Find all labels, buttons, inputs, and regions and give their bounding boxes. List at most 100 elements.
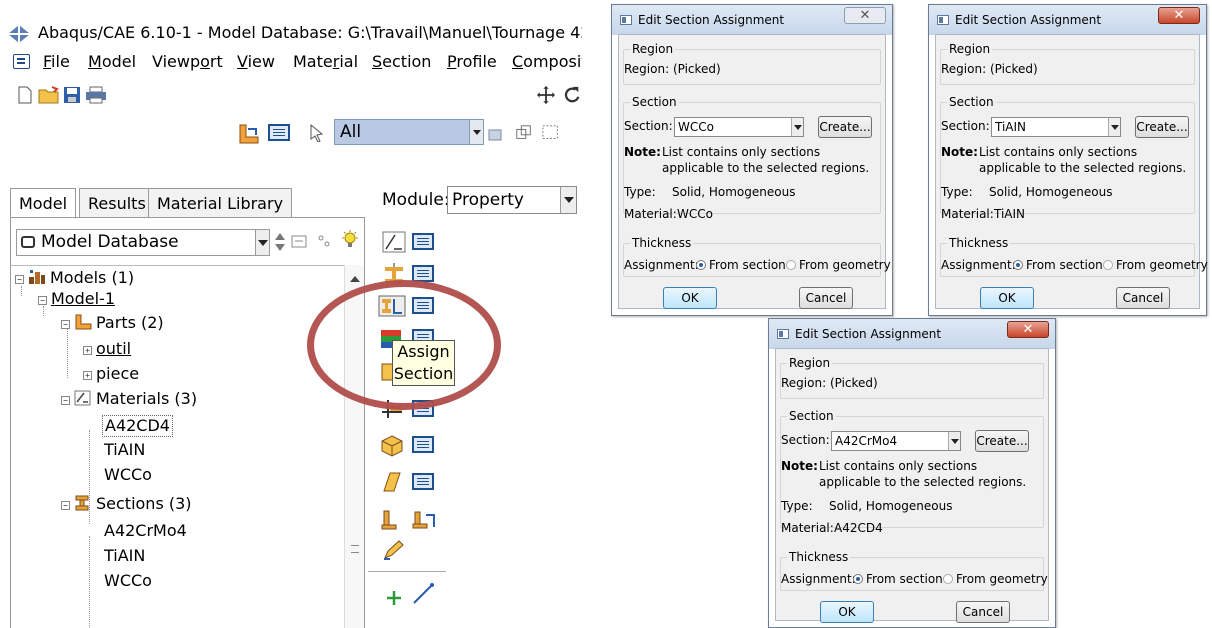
tree-node-section-wcco[interactable]: WCCo <box>104 571 152 591</box>
radio-unselected-icon[interactable] <box>943 574 953 584</box>
tree-node-part-outil[interactable]: + outil <box>83 339 131 359</box>
add-icon[interactable] <box>382 587 406 609</box>
radio-selected-icon[interactable] <box>853 574 863 584</box>
section-select[interactable]: TiAIN <box>991 117 1121 137</box>
tree-node-section-a42crmo4[interactable]: A42CrMo4 <box>104 521 187 541</box>
close-button[interactable]: ✕ <box>1007 321 1049 338</box>
chevron-down-icon[interactable] <box>791 118 803 136</box>
box-select-icon[interactable] <box>540 124 562 142</box>
from-geometry-radio[interactable]: From geometry <box>786 258 891 272</box>
tree-node-section-tiain[interactable]: TiAIN <box>104 546 145 566</box>
create-section-button[interactable]: Create... <box>975 430 1029 452</box>
chevron-down-icon[interactable] <box>255 230 269 255</box>
chevron-down-icon[interactable] <box>948 432 960 450</box>
selection-filter-select[interactable]: All <box>334 119 484 145</box>
print-icon[interactable] <box>85 86 107 104</box>
material-manager-icon[interactable] <box>412 233 434 250</box>
cancel-button[interactable]: Cancel <box>956 601 1010 623</box>
filter-option-icon[interactable] <box>487 126 503 144</box>
create-inertia-icon[interactable] <box>380 509 404 531</box>
tab-material-library[interactable]: Material Library <box>148 188 293 218</box>
select-arrow-icon[interactable] <box>308 124 326 142</box>
tree-node-material-tiain[interactable]: TiAIN <box>104 440 145 460</box>
new-file-icon[interactable] <box>16 86 34 104</box>
from-section-radio[interactable]: From section <box>853 572 943 586</box>
cancel-button[interactable]: Cancel <box>1116 287 1170 309</box>
tree-node-models[interactable]: − Models (1) <box>15 268 134 288</box>
edit-pencil-icon[interactable] <box>382 539 406 561</box>
section-select[interactable]: WCCo <box>674 117 804 137</box>
tree-node-model-1[interactable]: − Model-1 <box>38 289 115 309</box>
create-composite-icon[interactable] <box>380 435 404 457</box>
tree-node-materials[interactable]: − Materials (3) <box>61 389 197 409</box>
from-section-radio[interactable]: From section <box>696 258 786 272</box>
menu-bar: File Model Viewport View Material Sectio… <box>0 48 582 78</box>
collapse-icon[interactable]: − <box>38 296 47 305</box>
radio-unselected-icon[interactable] <box>786 260 796 270</box>
ok-button[interactable]: OK <box>980 287 1034 309</box>
from-section-radio[interactable]: From section <box>1013 258 1103 272</box>
sort-updown-icon[interactable] <box>274 232 286 252</box>
tree-node-parts[interactable]: − Parts (2) <box>61 313 164 333</box>
scroll-grip[interactable] <box>351 545 359 553</box>
menu-model[interactable]: Model <box>88 52 136 71</box>
tree-node-sections[interactable]: − Sections (3) <box>61 494 192 514</box>
model-database-select[interactable]: Model Database <box>16 229 270 256</box>
radio-unselected-icon[interactable] <box>1103 260 1113 270</box>
inertia-manager-icon[interactable] <box>412 509 436 531</box>
composite-manager-icon[interactable] <box>412 436 434 453</box>
cancel-button[interactable]: Cancel <box>799 287 853 309</box>
menu-composite[interactable]: Composit <box>512 52 582 71</box>
system-menu-icon[interactable] <box>13 54 30 69</box>
scroll-up-icon[interactable] <box>350 271 360 282</box>
collapse-icon[interactable]: − <box>61 501 70 510</box>
tree-node-material-a42cd4[interactable]: A42CD4 <box>102 415 173 437</box>
menu-material[interactable]: Material <box>293 52 358 71</box>
collapse-icon[interactable]: − <box>61 320 70 329</box>
ok-button[interactable]: OK <box>663 287 717 309</box>
menu-section[interactable]: Section <box>372 52 431 71</box>
create-material-icon[interactable] <box>382 231 406 253</box>
part-display-icon[interactable] <box>238 123 260 145</box>
module-select[interactable]: Property <box>447 186 577 214</box>
expand-icon[interactable]: + <box>83 371 92 380</box>
section-manager-icon[interactable] <box>412 265 434 282</box>
radio-selected-icon[interactable] <box>1013 260 1023 270</box>
tab-results[interactable]: Results <box>79 188 155 218</box>
menu-profile[interactable]: Profile <box>447 52 497 71</box>
expand-tree-icon[interactable] <box>291 233 307 249</box>
chevron-down-icon[interactable] <box>1108 118 1120 136</box>
collapse-icon[interactable]: − <box>61 396 70 405</box>
menu-viewport[interactable]: Viewport <box>152 52 223 71</box>
select-3d-icon[interactable] <box>514 124 534 142</box>
from-geometry-radio[interactable]: From geometry <box>943 572 1048 586</box>
datum-line-icon[interactable] <box>412 583 436 605</box>
chevron-down-icon[interactable] <box>469 120 483 144</box>
menu-file[interactable]: File <box>43 52 70 71</box>
section-select[interactable]: A42CrMo4 <box>831 431 961 451</box>
save-icon[interactable] <box>63 86 81 104</box>
open-folder-icon[interactable] <box>38 86 60 104</box>
chevron-down-icon[interactable] <box>560 187 576 213</box>
create-special-icon[interactable] <box>380 471 404 493</box>
list-manager-icon[interactable] <box>268 124 290 141</box>
pan-icon[interactable] <box>536 86 556 104</box>
expand-icon[interactable]: + <box>83 346 92 355</box>
collapse-icon[interactable]: − <box>15 275 24 284</box>
tab-model[interactable]: Model <box>10 188 77 219</box>
special-manager-icon[interactable] <box>412 473 434 490</box>
module-label: Module: <box>382 190 450 210</box>
radio-selected-icon[interactable] <box>696 260 706 270</box>
create-section-button[interactable]: Create... <box>1135 116 1189 138</box>
close-button[interactable]: ✕ <box>1158 7 1200 24</box>
filter-tree-icon[interactable] <box>316 233 332 249</box>
from-geometry-radio[interactable]: From geometry <box>1103 258 1208 272</box>
close-button[interactable]: ✕ <box>844 7 886 24</box>
tree-node-part-piece[interactable]: + piece <box>83 364 139 384</box>
ok-button[interactable]: OK <box>820 601 874 623</box>
rotate-icon[interactable] <box>562 86 582 104</box>
create-section-button[interactable]: Create... <box>818 116 872 138</box>
menu-view[interactable]: View <box>237 52 275 71</box>
tree-node-material-wcco[interactable]: WCCo <box>104 465 152 485</box>
lightbulb-icon[interactable] <box>341 230 359 250</box>
